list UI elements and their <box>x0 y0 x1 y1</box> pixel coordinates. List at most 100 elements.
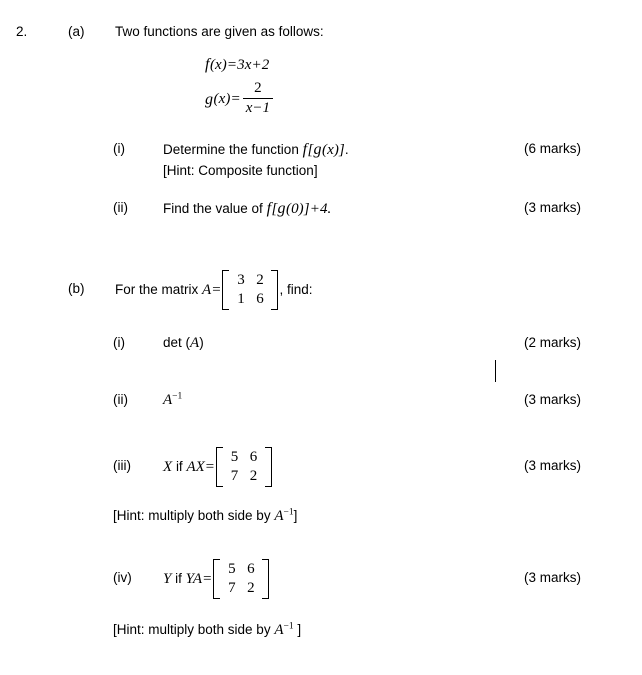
part-b-prompt: For the matrix <box>115 282 199 297</box>
question-number: 2. <box>16 24 28 39</box>
part-b-stem-text: For the matrix A= 3 2 1 6, find: <box>115 270 312 310</box>
matrix-rhs-x-cell-1-0: 7 <box>230 468 239 484</box>
part-b-stem-suffix: , find: <box>279 282 313 297</box>
hint-b-iii: [Hint: multiply both side by A−1] <box>113 508 297 525</box>
composite0-constant: 4. <box>319 201 332 217</box>
matrix-rhs-y: 5672 <box>213 559 270 599</box>
fraction-bar <box>242 98 273 99</box>
matrix-rhs-y-row-1: 56 <box>222 560 260 579</box>
marks-b-iii: (3 marks) <box>524 458 581 473</box>
f-variable: x <box>244 57 252 73</box>
matrix-A-row-2: 16 <box>231 290 269 309</box>
matrix-A-equals: = <box>211 282 222 298</box>
composite0-g: g <box>277 200 286 217</box>
equals-sign-g: = <box>230 91 241 107</box>
matrix-A: 3216 <box>222 270 279 310</box>
function-g-argument: (x) <box>213 91 231 107</box>
equals-YA: = <box>202 571 213 587</box>
det-argument: A <box>190 335 200 351</box>
marks-b-i: (2 marks) <box>524 335 581 350</box>
marks-b-ii: (3 marks) <box>524 392 581 407</box>
item-b-i-text: det (A) <box>163 335 204 352</box>
hint-b-iii-var: A <box>274 508 284 524</box>
hint-b-iii-suffix: ] <box>293 508 298 523</box>
equals-AX: = <box>204 459 216 475</box>
part-label-a: (a) <box>68 24 85 39</box>
matrix-A-cell-1-1: 6 <box>256 291 264 307</box>
item-b-ii-text: A−1 <box>163 392 182 409</box>
matrix-rhs-y-left-bracket <box>213 559 221 599</box>
a-inverse-base: A <box>163 392 173 408</box>
g-denominator: x−1 <box>243 100 273 117</box>
f-plus-sign: + <box>251 57 262 73</box>
item-label-b-i: (i) <box>113 335 125 350</box>
composite0-plus: + <box>309 201 320 217</box>
matrix-rhs-y-cell-1-0: 7 <box>228 580 236 596</box>
hint-b-iv: [Hint: multiply both side by A−1 ] <box>113 622 301 639</box>
item-label-b-iv: (iv) <box>113 570 132 585</box>
matrix-rhs-y-row-2: 72 <box>222 579 260 598</box>
hint-b-iv-exponent: −1 <box>283 621 294 632</box>
part-label-b: (b) <box>68 281 85 296</box>
hint-a-i: [Hint: Composite function] <box>163 163 318 178</box>
f-constant: 2 <box>261 57 270 73</box>
connector-if-x: if <box>175 459 183 474</box>
composite-tail: (x)] <box>321 142 345 158</box>
hint-b-iv-prefix: [Hint: multiply both side by <box>113 622 271 637</box>
item-label-b-iii: (iii) <box>113 458 131 473</box>
text-caret <box>495 360 496 382</box>
g-numerator: 2 <box>254 80 262 96</box>
matrix-A-right-bracket <box>271 270 279 310</box>
hint-b-iv-suffix: ] <box>293 622 302 637</box>
composite0-tail: (0)] <box>285 201 310 217</box>
g-fraction: 2 x−1 <box>242 80 273 117</box>
hint-b-iii-exponent: −1 <box>283 507 294 518</box>
matrix-A-cell-0-1: 2 <box>256 272 264 288</box>
function-f-argument: (x) <box>209 57 227 73</box>
matrix-rhs-y-cell-1-1: 2 <box>247 580 255 596</box>
part-a-stem-text: Two functions are given as follows: <box>115 24 324 39</box>
unknown-Y: Y <box>163 571 172 587</box>
matrix-rhs-x-row-2: 72 <box>225 467 263 486</box>
lhs-AX: AX <box>186 459 205 475</box>
composite-g: g <box>313 141 322 158</box>
item-b-iii-text: X if AX= 5 6 7 2 <box>163 447 273 487</box>
document-page: 2. (a) Two functions are given as follow… <box>0 0 642 675</box>
matrix-rhs-y-right-bracket <box>262 559 270 599</box>
matrix-rhs-x-row-1: 56 <box>225 448 263 467</box>
g-den-minus: − <box>252 100 263 116</box>
f-coefficient: 3 <box>237 57 245 73</box>
matrix-rhs-x-cell-1-1: 2 <box>249 468 258 484</box>
a-inverse-exponent: −1 <box>172 391 183 402</box>
det-label: det ( <box>163 335 191 350</box>
hint-b-iii-prefix: [Hint: multiply both side by <box>113 508 271 523</box>
equation-f: f(x)=3x+2 <box>205 56 275 79</box>
unknown-X: X <box>163 459 173 475</box>
matrix-rhs-x-left-bracket <box>216 447 224 487</box>
marks-a-ii: (3 marks) <box>524 200 581 215</box>
matrix-A-symbol: A <box>202 282 212 298</box>
matrix-A-row-1: 32 <box>231 271 269 290</box>
marks-a-i: (6 marks) <box>524 141 581 156</box>
lhs-YA: YA <box>185 571 203 587</box>
matrix-rhs-x-cell-0-1: 6 <box>249 449 258 465</box>
matrix-A-cell-0-0: 3 <box>237 272 245 288</box>
item-label-a-i: (i) <box>113 141 125 156</box>
item-a-ii-text: Find the value of f[g(0)]+4. <box>163 200 331 218</box>
item-a-i-text: Determine the function f[g(x)]. <box>163 141 349 159</box>
g-den-constant: 1 <box>262 100 270 116</box>
det-close-paren: ) <box>199 335 204 350</box>
equation-g: g(x)= 2 x−1 <box>205 80 275 121</box>
matrix-rhs-x: 5672 <box>216 447 273 487</box>
item-label-a-ii: (ii) <box>113 200 128 215</box>
matrix-rhs-y-cell-0-0: 5 <box>228 561 236 577</box>
item-label-b-ii: (ii) <box>113 392 128 407</box>
matrix-rhs-y-cell-0-1: 6 <box>247 561 255 577</box>
function-g-name: g <box>205 90 213 108</box>
matrix-rhs-x-right-bracket <box>265 447 273 487</box>
item-a-i-period: . <box>344 142 349 157</box>
equation-block: f(x)=3x+2 g(x)= 2 x−1 <box>205 56 275 121</box>
item-a-ii-prompt: Find the value of <box>163 201 263 216</box>
matrix-A-cell-1-0: 1 <box>237 291 245 307</box>
matrix-A-left-bracket <box>222 270 230 310</box>
